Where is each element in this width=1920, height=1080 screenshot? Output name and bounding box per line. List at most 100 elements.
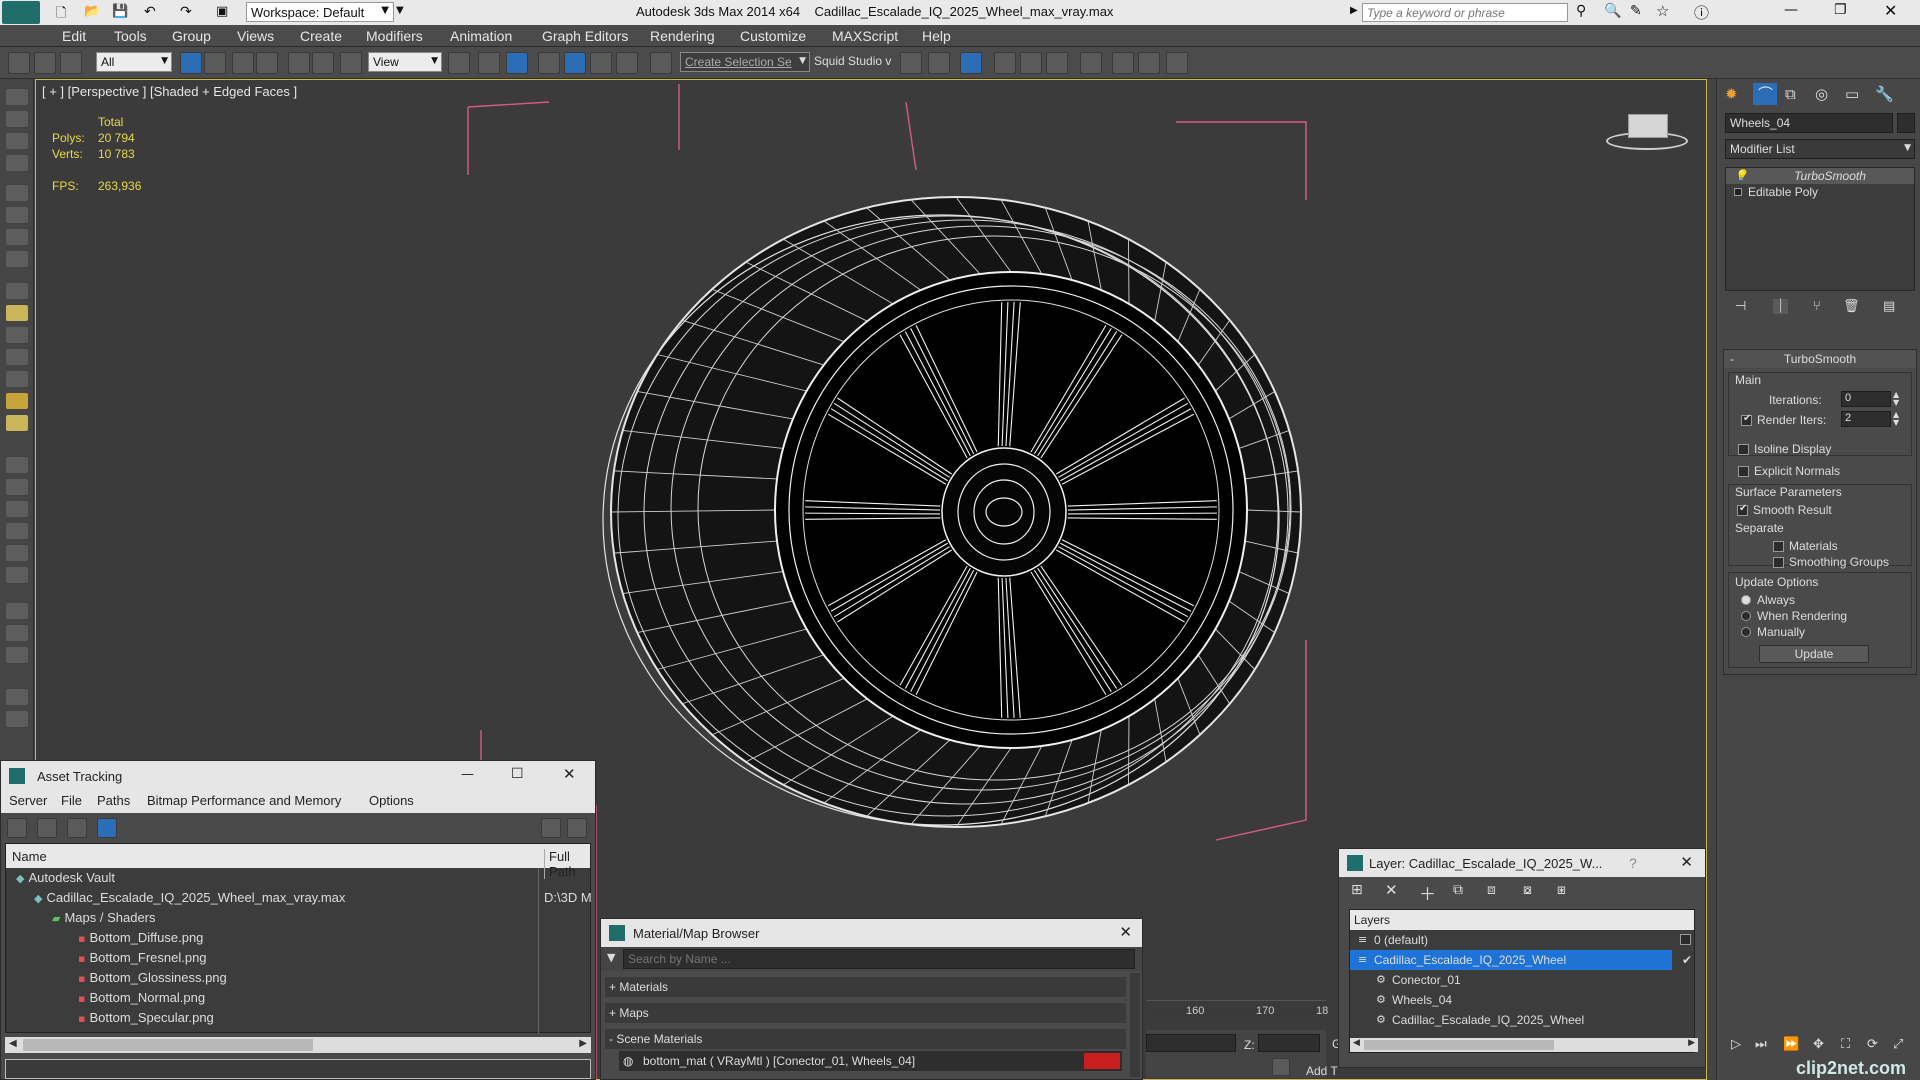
asset-row[interactable]: ▪ Bottom_Normal.png: [6, 988, 590, 1008]
move-icon[interactable]: [288, 52, 310, 74]
tool-icon[interactable]: [6, 371, 28, 387]
menu-rendering[interactable]: Rendering: [650, 28, 715, 44]
make-unique-icon[interactable]: ⑂: [1813, 299, 1821, 314]
remove-modifier-icon[interactable]: 🗑: [1843, 299, 1860, 314]
tool-icon[interactable]: [6, 567, 28, 583]
minimize-icon[interactable]: —: [1784, 2, 1798, 18]
edit-named-selection-icon[interactable]: [650, 52, 672, 74]
render-production-icon[interactable]: [1166, 52, 1188, 74]
asset-menu-paths[interactable]: Paths: [97, 793, 130, 808]
update-always-radio[interactable]: [1741, 595, 1751, 605]
timeline-ruler[interactable]: 160 170 18: [1146, 1000, 1328, 1022]
pan-icon[interactable]: ✥: [1813, 1037, 1824, 1052]
tool-icon[interactable]: [6, 155, 28, 171]
render-iters-checkbox[interactable]: ✔: [1741, 413, 1752, 426]
column-header-name[interactable]: Name: [12, 849, 47, 864]
material-group-materials[interactable]: + Materials: [605, 977, 1126, 997]
material-browser-scrollbar[interactable]: [1130, 973, 1140, 1077]
asset-status-field[interactable]: [5, 1059, 591, 1079]
selection-filter-dropdown[interactable]: All ▼: [96, 52, 172, 72]
utilities-tab-icon[interactable]: 🔧: [1875, 85, 1894, 103]
window-crossing-icon[interactable]: [256, 52, 278, 74]
key-filter-icon[interactable]: [1272, 1058, 1290, 1076]
bind-space-warp-icon[interactable]: [60, 52, 82, 74]
undo-icon[interactable]: ↶: [144, 4, 156, 20]
asset-menu-file[interactable]: File: [61, 793, 82, 808]
select-in-layer-icon[interactable]: ⧉: [1453, 882, 1463, 898]
tool-icon[interactable]: [6, 625, 28, 641]
lightbulb-icon[interactable]: 💡: [1734, 168, 1748, 184]
material-browser-titlebar[interactable]: Material/Map Browser ✕: [601, 919, 1142, 947]
render-iters-spinner[interactable]: 2: [1841, 411, 1891, 427]
scroll-right-icon[interactable]: ▶: [579, 1038, 587, 1049]
freeze-all-layers-icon[interactable]: ⧆: [1557, 882, 1566, 898]
asset-row[interactable]: ▪ Bottom_Glossiness.png: [6, 968, 590, 988]
schematic-view-icon[interactable]: [1046, 52, 1068, 74]
layer-manager-icon[interactable]: [960, 52, 982, 74]
tool-icon[interactable]: [6, 229, 28, 245]
update-manually-radio[interactable]: [1741, 627, 1751, 637]
help-icon[interactable]: [541, 818, 561, 838]
chevron-down-icon[interactable]: ▼: [396, 5, 404, 16]
pivot-center-icon[interactable]: [448, 52, 470, 74]
update-when-rendering-radio[interactable]: [1741, 611, 1751, 621]
layer-row[interactable]: ⚙ Conector_01: [1350, 970, 1694, 990]
workspace-dropdown[interactable]: Workspace: Default ▼: [246, 2, 394, 22]
x-field[interactable]: [1146, 1034, 1236, 1052]
layer-row[interactable]: ⚙ Cadillac_Escalade_IQ_2025_Wheel: [1350, 1010, 1694, 1030]
display-tab-icon[interactable]: ▭: [1845, 85, 1859, 103]
tool-icon[interactable]: [6, 415, 28, 431]
tool-icon[interactable]: [6, 111, 28, 127]
percent-snap-icon[interactable]: [590, 52, 612, 74]
layer-scrollbar[interactable]: ◀ ▶: [1350, 1038, 1698, 1052]
close-icon[interactable]: ✕: [1884, 1, 1897, 20]
show-end-result-icon[interactable]: ⏐: [1773, 299, 1789, 314]
redo-icon[interactable]: ↷: [180, 4, 192, 20]
asset-scrollbar[interactable]: ◀ ▶: [5, 1037, 591, 1053]
tool-icon[interactable]: [6, 647, 28, 663]
unlink-icon[interactable]: [34, 52, 56, 74]
tool-icon[interactable]: [6, 479, 28, 495]
separate-materials-checkbox[interactable]: [1773, 541, 1784, 552]
zoom-extents-icon[interactable]: ⛶: [1841, 1037, 1850, 1052]
curve-editor-icon[interactable]: [1020, 52, 1042, 74]
menu-modifiers[interactable]: Modifiers: [366, 28, 423, 44]
tool-icon[interactable]: [6, 501, 28, 517]
next-frame-icon[interactable]: ⏭: [1755, 1037, 1767, 1052]
restore-icon[interactable]: ❐: [1834, 2, 1847, 18]
orbit-icon[interactable]: ⟳: [1867, 1037, 1878, 1052]
list-view-icon[interactable]: [37, 818, 57, 838]
layer-row[interactable]: ≡ Cadillac_Escalade_IQ_2025_Wheel ✔: [1350, 950, 1692, 970]
minimize-icon[interactable]: —: [461, 767, 474, 782]
menu-edit[interactable]: Edit: [62, 28, 86, 44]
select-and-manipulate-icon[interactable]: [478, 52, 500, 74]
keyword-search-input[interactable]: [1362, 3, 1568, 22]
scroll-thumb[interactable]: [23, 1039, 313, 1051]
help-button[interactable]: ?: [1629, 855, 1637, 871]
material-group-scene[interactable]: - Scene Materials: [605, 1029, 1126, 1049]
thumbnail-view-icon[interactable]: [67, 818, 87, 838]
save-icon[interactable]: 💾: [112, 4, 128, 19]
smooth-result-checkbox[interactable]: ✔: [1737, 503, 1748, 516]
isoline-display-checkbox[interactable]: [1738, 444, 1749, 455]
rollout-header[interactable]: - TurboSmooth: [1724, 350, 1916, 368]
menu-tools[interactable]: Tools: [114, 28, 147, 44]
chevron-right-icon[interactable]: ▶: [1350, 5, 1358, 16]
asset-row[interactable]: ◆ Autodesk Vault: [6, 868, 590, 888]
squid-studio-label[interactable]: Squid Studio v: [814, 54, 891, 68]
new-file-icon[interactable]: 🗋: [56, 4, 66, 26]
z-field[interactable]: [1258, 1034, 1320, 1052]
scroll-left-icon[interactable]: ◀: [9, 1038, 17, 1049]
go-to-end-icon[interactable]: ⏩: [1783, 1037, 1799, 1052]
project-folder-icon[interactable]: ▣: [216, 4, 228, 19]
tool-icon[interactable]: [6, 185, 28, 201]
expand-icon[interactable]: [1734, 188, 1742, 196]
highlight-selected-icon[interactable]: ⧈: [1487, 882, 1496, 898]
chevron-down-icon[interactable]: ▼: [607, 951, 615, 964]
object-name-field[interactable]: Wheels_04: [1725, 113, 1893, 133]
close-icon[interactable]: ✕: [563, 765, 576, 783]
delete-layer-icon[interactable]: ✕: [1385, 881, 1398, 899]
menu-animation[interactable]: Animation: [450, 28, 512, 44]
select-by-name-icon[interactable]: [204, 52, 226, 74]
modify-tab-icon[interactable]: ⌒: [1753, 83, 1777, 105]
